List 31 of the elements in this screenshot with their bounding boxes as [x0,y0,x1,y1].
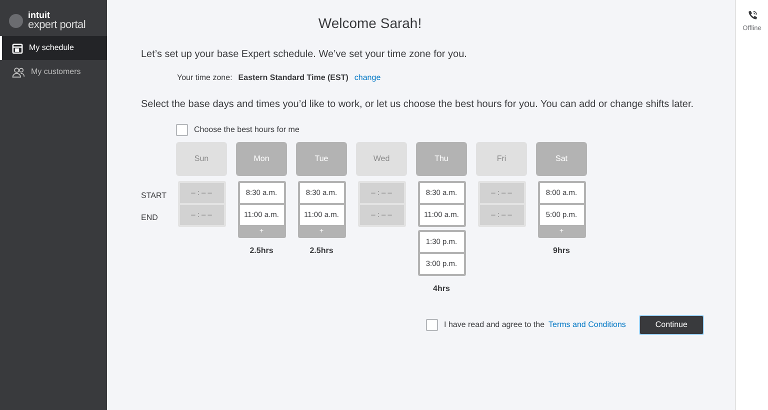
intro-text: Let’s set up your base Expert schedule. We’ve set your time zone for you. [141,48,468,62]
day-button[interactable]: Mon [236,142,287,176]
change-link[interactable]: change [354,72,381,84]
checkbox[interactable] [176,124,188,136]
row-label: START [141,190,168,202]
row-label: END [141,212,159,224]
timezone-value: Eastern Standard Time (EST) [238,72,348,84]
day-button[interactable]: Sat [536,142,587,176]
sidebar-item[interactable]: My schedule [0,36,107,60]
people-icon [12,66,25,78]
page-title: Welcome Sarah! [317,14,423,33]
terms-text: I have read and agree to the [444,319,545,331]
sidebar-item[interactable]: My customers [0,60,107,84]
checkbox[interactable] [426,319,438,331]
terms-link[interactable]: Terms and Conditions [548,319,626,331]
timezone-label: Your time zone: [177,72,232,84]
day-button[interactable]: Fri [476,142,527,176]
total-hours: 4hrs [433,283,450,295]
total-hours: 9hrs [553,245,570,257]
total-hours: 2.5hrs [250,245,274,257]
instructions-text: Select the base days and times you’d like to work, or let us choose the best hours for you. You can add or change shifts later. [141,98,695,112]
best-hours-label: Choose the best hours for me [194,124,300,136]
day-button[interactable]: Tue [296,142,347,176]
continue-button[interactable]: Continue [638,315,704,335]
phone-icon [746,10,758,21]
day-button[interactable]: Sun [176,142,227,176]
total-hours: 2.5hrs [310,245,334,257]
logo: intuit expert portal [28,11,86,31]
day-button[interactable]: Wed [356,142,407,176]
day-button[interactable]: Thu [416,142,467,176]
calendar-icon [12,42,23,54]
